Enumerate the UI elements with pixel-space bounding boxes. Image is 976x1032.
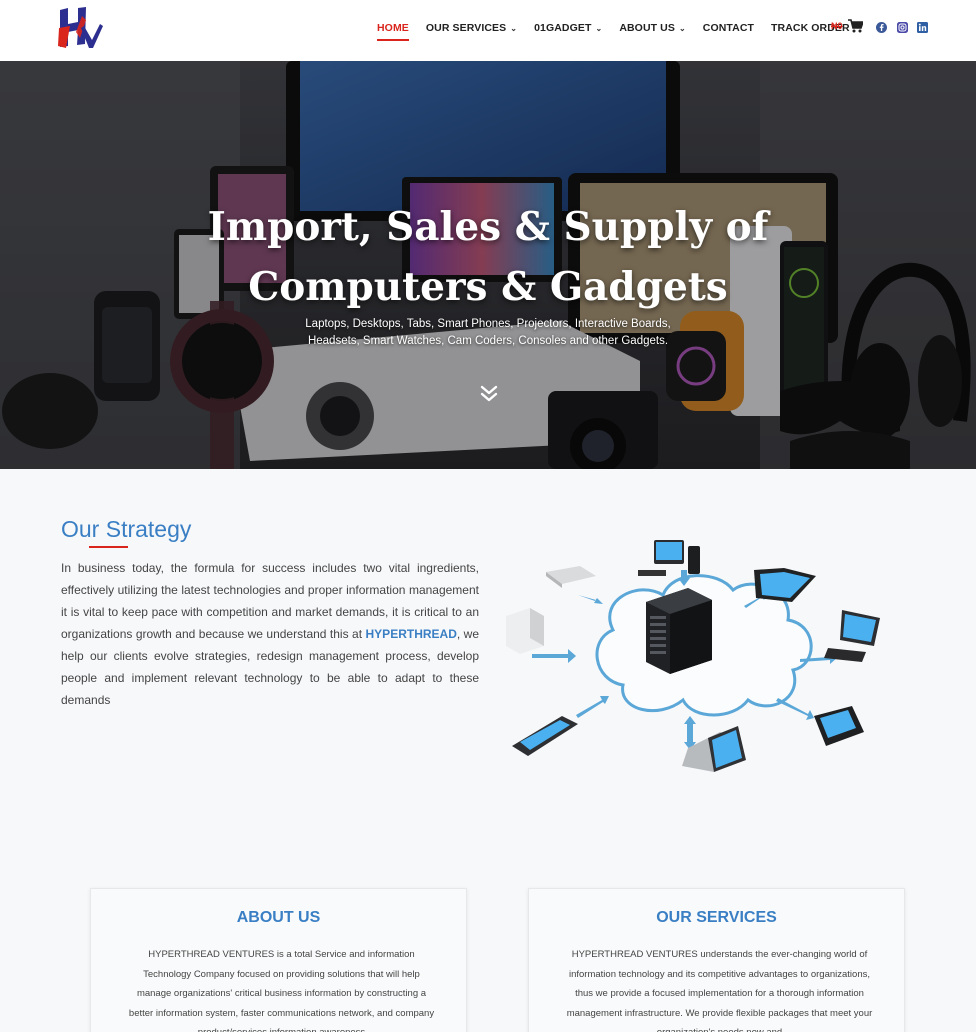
instagram-icon[interactable] xyxy=(897,20,908,33)
nav-about-us[interactable]: ABOUT US ⌄ xyxy=(619,22,685,34)
hero-subtitle-line-2: Headsets, Smart Watches, Cam Coders, Con… xyxy=(307,335,669,347)
chevron-down-icon: ⌄ xyxy=(678,23,686,33)
cart-icon[interactable] xyxy=(848,19,865,38)
chevron-down-icon: ⌄ xyxy=(510,23,518,33)
nav-home[interactable]: HOME xyxy=(377,22,409,41)
hero-title: Import, Sales & Supply of Computers & Ga… xyxy=(0,197,976,317)
hero-subtitle-line-1: Laptops, Desktops, Tabs, Smart Phones, P… xyxy=(305,318,671,330)
strategy-paragraph: In business today, the formula for succe… xyxy=(61,557,479,711)
heading-underline xyxy=(89,546,128,548)
linkedin-icon[interactable] xyxy=(917,20,928,33)
nav-our-services[interactable]: OUR SERVICES ⌄ xyxy=(426,22,517,34)
our-services-card: OUR SERVICES HYPERTHREAD VENTURES unders… xyxy=(528,888,905,1032)
hero-banner: Import, Sales & Supply of Computers & Ga… xyxy=(0,61,976,469)
cloud-network-illustration xyxy=(498,520,888,810)
strategy-heading: Our Strategy xyxy=(61,516,192,542)
site-header: HOME OUR SERVICES ⌄ 01GADGET ⌄ ABOUT US ⌄ C… xyxy=(0,0,976,61)
hyperthread-logo[interactable] xyxy=(56,4,104,50)
nav-contact[interactable]: CONTACT xyxy=(703,22,754,34)
card-text: HYPERTHREAD VENTURES is a total Service … xyxy=(128,949,435,1032)
main-nav: HOME OUR SERVICES ⌄ 01GADGET ⌄ ABOUT US ⌄ C… xyxy=(377,0,867,56)
hero-title-line-2: Computers & Gadgets xyxy=(248,264,728,310)
card-title: ABOUT US xyxy=(236,909,321,926)
brand-highlight: HYPERTHREAD xyxy=(365,627,457,641)
nav-01gadget[interactable]: 01GADGET ⌄ xyxy=(534,22,602,34)
about-us-card: ABOUT US HYPERTHREAD VENTURES is a total… xyxy=(90,888,467,1032)
hero-title-line-1: Import, Sales & Supply of xyxy=(207,204,769,250)
cart-amount[interactable]: ₦0 xyxy=(831,21,843,31)
scroll-down-chevrons-icon[interactable] xyxy=(479,384,499,404)
hero-subtitle: Laptops, Desktops, Tabs, Smart Phones, P… xyxy=(0,316,976,350)
card-text: HYPERTHREAD VENTURES understands the eve… xyxy=(566,949,873,1032)
card-title: OUR SERVICES xyxy=(656,909,777,926)
chevron-down-icon: ⌄ xyxy=(595,23,603,33)
facebook-icon[interactable] xyxy=(876,20,887,33)
